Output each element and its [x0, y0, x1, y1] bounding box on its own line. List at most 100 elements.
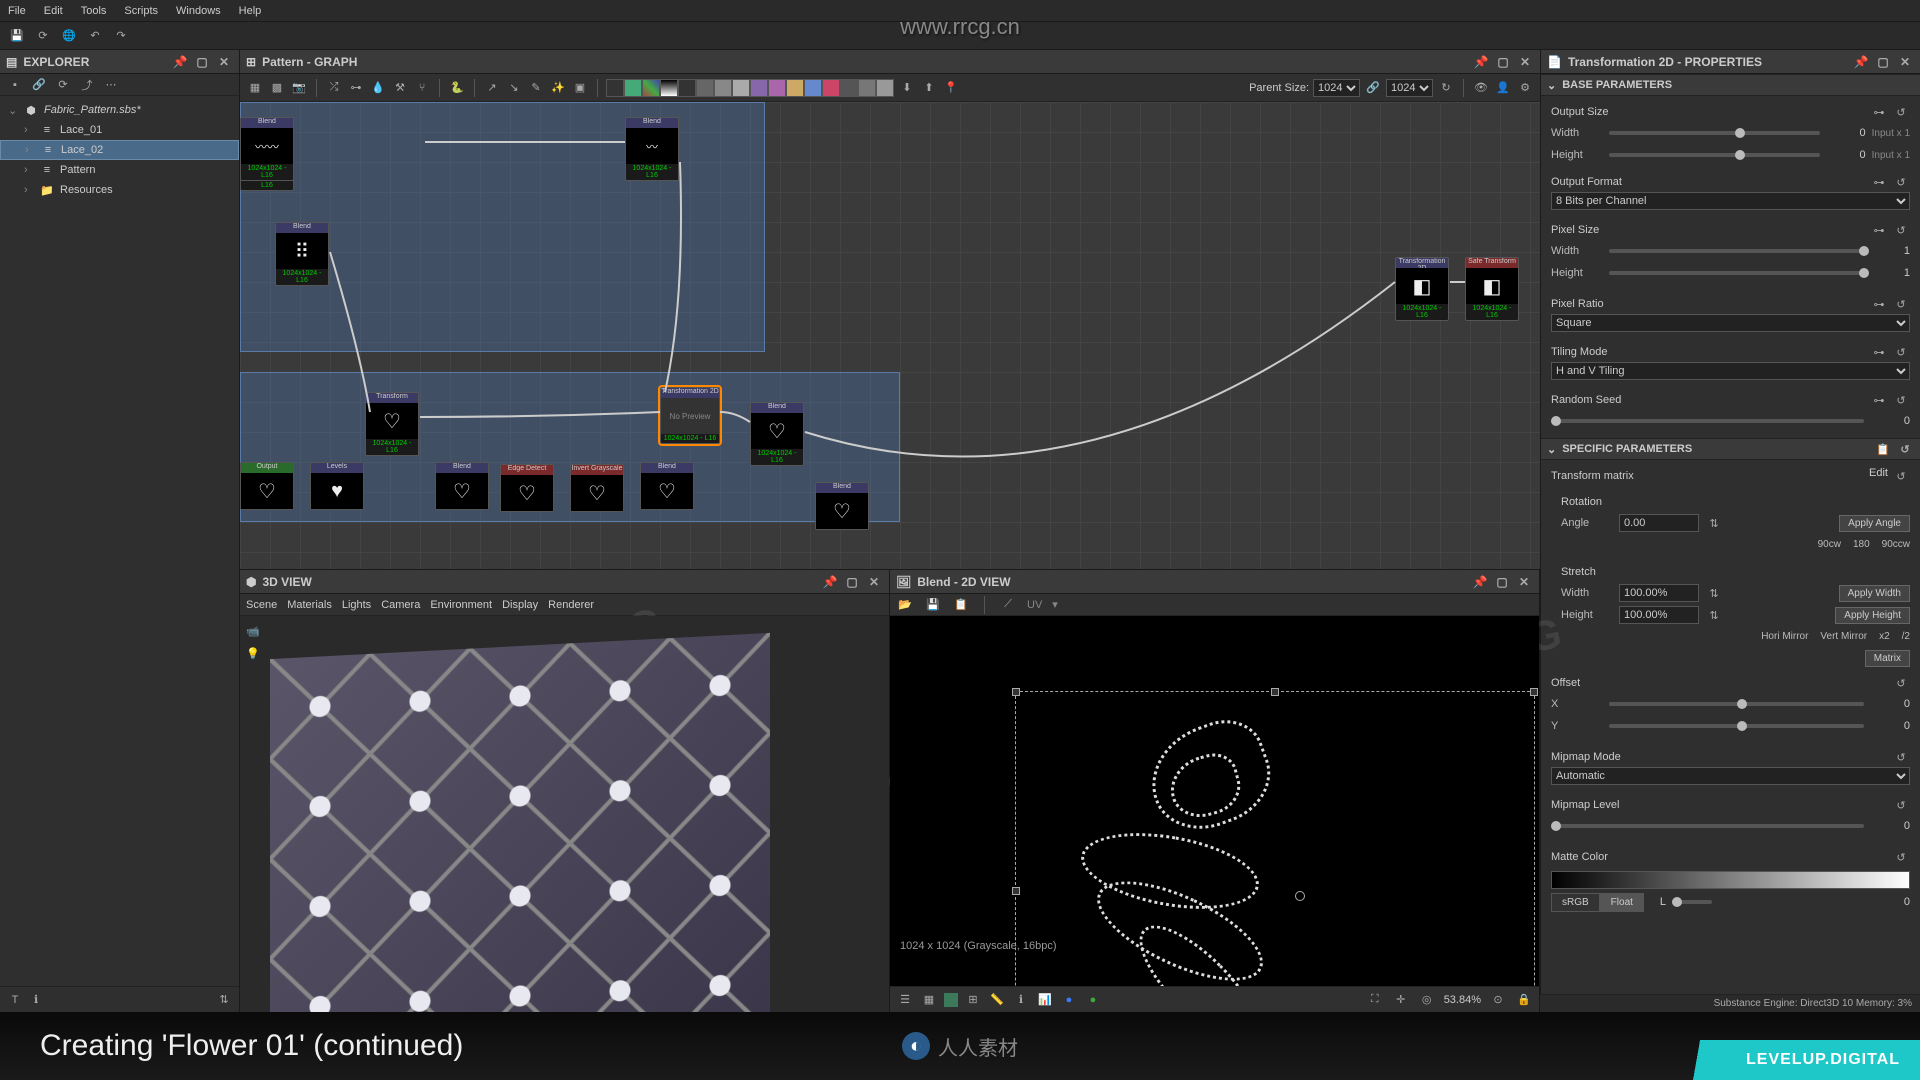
drop-icon[interactable]: 💧 — [369, 79, 387, 97]
reset-icon[interactable]: ↺ — [1892, 674, 1910, 692]
camera-icon[interactable]: 📷 — [290, 79, 308, 97]
menu-display[interactable]: Display — [502, 599, 538, 611]
chevron-right-icon[interactable]: › — [24, 164, 34, 176]
reset-icon[interactable]: ↺ — [1892, 103, 1910, 121]
tree-item-resources[interactable]: › 📁 Resources — [0, 180, 239, 200]
apply-width-button[interactable]: Apply Width — [1839, 585, 1910, 602]
chevron-right-icon[interactable]: › — [24, 124, 34, 136]
reload-icon[interactable]: ⟳ — [54, 76, 72, 94]
base-params-header[interactable]: ⌄ BASE PARAMETERS — [1541, 74, 1920, 96]
apply-height-button[interactable]: Apply Height — [1835, 607, 1910, 624]
swatch[interactable] — [714, 79, 732, 97]
link-icon[interactable]: ⊶ — [1870, 173, 1888, 191]
rot-90ccw[interactable]: 90ccw — [1882, 539, 1910, 550]
graph-node[interactable]: Safe Transform◧1024x1024 - L16 — [1465, 257, 1519, 321]
undo-icon[interactable]: ↶ — [86, 27, 104, 45]
zoom-lock-icon[interactable]: ⊙ — [1489, 991, 1507, 1009]
chevron-right-icon[interactable]: › — [25, 144, 35, 156]
output-format-select[interactable]: 8 Bits per Channel — [1551, 192, 1910, 210]
swatch[interactable] — [822, 79, 840, 97]
maximize-icon[interactable]: ▢ — [1493, 573, 1511, 591]
tree-root[interactable]: ⌄ ⬢ Fabric_Pattern.sbs* — [0, 100, 239, 120]
graph-canvas[interactable]: Input▨1024x1024 - L16 Blend〰〰1024x1024 -… — [240, 102, 1540, 569]
swatch[interactable] — [642, 79, 660, 97]
refresh-icon[interactable]: ⟳ — [34, 27, 52, 45]
dropdown-icon[interactable]: ▾ — [1052, 598, 1058, 611]
menu-scene[interactable]: Scene — [246, 599, 277, 611]
graph-node[interactable]: Blend⠿1024x1024 - L16 — [275, 222, 329, 286]
link-icon[interactable]: ⊶ — [1870, 103, 1888, 121]
pin-icon[interactable]: 📌 — [1852, 53, 1870, 71]
histogram-icon[interactable]: 📊 — [1036, 991, 1054, 1009]
view2d-canvas[interactable]: 1024 x 1024 (Grayscale, 16bpc) — [890, 616, 1539, 986]
save-icon[interactable]: 💾 — [924, 596, 942, 614]
graph-node[interactable]: Blend♡ — [435, 462, 489, 510]
open-icon[interactable]: 📂 — [896, 596, 914, 614]
grid-icon[interactable]: ▩ — [268, 79, 286, 97]
parent-height-select[interactable]: 1024 — [1386, 79, 1433, 97]
pin-icon[interactable]: 📌 — [1472, 53, 1490, 71]
swatch[interactable] — [660, 79, 678, 97]
export-icon[interactable]: ⤴ — [78, 76, 96, 94]
filter-icon[interactable]: ⇅ — [215, 991, 233, 1009]
pivot-marker[interactable] — [1295, 891, 1305, 901]
swatch[interactable] — [750, 79, 768, 97]
save-icon[interactable]: 💾 — [8, 27, 26, 45]
maximize-icon[interactable]: ▢ — [843, 573, 861, 591]
close-icon[interactable]: ✕ — [1896, 53, 1914, 71]
arrow-icon[interactable]: ↗ — [483, 79, 501, 97]
close-icon[interactable]: ✕ — [215, 53, 233, 71]
swatch[interactable] — [768, 79, 786, 97]
ruler-icon[interactable]: 📏 — [988, 991, 1006, 1009]
spinner-icon[interactable]: ⇅ — [1705, 606, 1723, 624]
parent-width-select[interactable]: 1024 — [1313, 79, 1360, 97]
float-button[interactable]: Float — [1600, 893, 1644, 912]
tree-item-lace02[interactable]: › ≡ Lace_02 — [0, 140, 239, 160]
layers-icon[interactable]: ☰ — [896, 991, 914, 1009]
angle-input[interactable] — [1619, 514, 1699, 532]
stretch-height-input[interactable] — [1619, 606, 1699, 624]
person-icon[interactable]: 👤 — [1494, 79, 1512, 97]
graph-node[interactable]: Blend〰1024x1024 - L16 — [625, 117, 679, 181]
maximize-icon[interactable]: ▢ — [1874, 53, 1892, 71]
link-icon[interactable]: ⊶ — [1870, 343, 1888, 361]
lock-icon[interactable]: 🔒 — [1515, 991, 1533, 1009]
close-icon[interactable]: ✕ — [1515, 573, 1533, 591]
menu-scripts[interactable]: Scripts — [124, 5, 158, 17]
offset-y-slider[interactable] — [1609, 724, 1864, 728]
swatch[interactable] — [678, 79, 696, 97]
tiling-mode-select[interactable]: H and V Tiling — [1551, 362, 1910, 380]
menu-tools[interactable]: Tools — [81, 5, 107, 17]
reset-icon[interactable]: ↺ — [1892, 295, 1910, 313]
new-item-icon[interactable]: ▪ — [6, 76, 24, 94]
swatch[interactable] — [858, 79, 876, 97]
frame-icon[interactable]: ▣ — [571, 79, 589, 97]
pixel-height-slider[interactable] — [1609, 271, 1864, 275]
menu-materials[interactable]: Materials — [287, 599, 332, 611]
link-icon[interactable]: 🔗 — [30, 76, 48, 94]
tool-icon[interactable]: ⚒ — [391, 79, 409, 97]
div2[interactable]: /2 — [1902, 631, 1910, 642]
graph-node[interactable]: Edge Detect♡ — [500, 464, 554, 512]
mipmap-mode-select[interactable]: Automatic — [1551, 767, 1910, 785]
pin-icon[interactable]: 📌 — [821, 573, 839, 591]
redo-icon[interactable]: ↷ — [112, 27, 130, 45]
graph-node-selected[interactable]: Transformation 2DNo Preview1024x1024 - L… — [660, 387, 720, 444]
menu-help[interactable]: Help — [239, 5, 262, 17]
swatch[interactable] — [696, 79, 714, 97]
srgb-button[interactable]: sRGB — [1551, 893, 1600, 912]
rot-180[interactable]: 180 — [1853, 539, 1870, 550]
reset-icon[interactable]: ↺ — [1892, 748, 1910, 766]
info-icon[interactable]: ℹ — [1012, 991, 1030, 1009]
random-seed-slider[interactable] — [1551, 419, 1864, 423]
graph-node[interactable]: Blend♡ — [640, 462, 694, 510]
link-dims-icon[interactable]: 🔗 — [1364, 79, 1382, 97]
layers-icon[interactable]: ▦ — [246, 79, 264, 97]
pixel-ratio-select[interactable]: Square — [1551, 314, 1910, 332]
swatch[interactable] — [732, 79, 750, 97]
camera-tool-icon[interactable]: 📹 — [244, 622, 262, 640]
width-slider[interactable] — [1609, 131, 1820, 135]
reset-icon[interactable]: ↺ — [1892, 221, 1910, 239]
menu-edit[interactable]: Edit — [44, 5, 63, 17]
pin-icon[interactable]: 📌 — [1471, 573, 1489, 591]
